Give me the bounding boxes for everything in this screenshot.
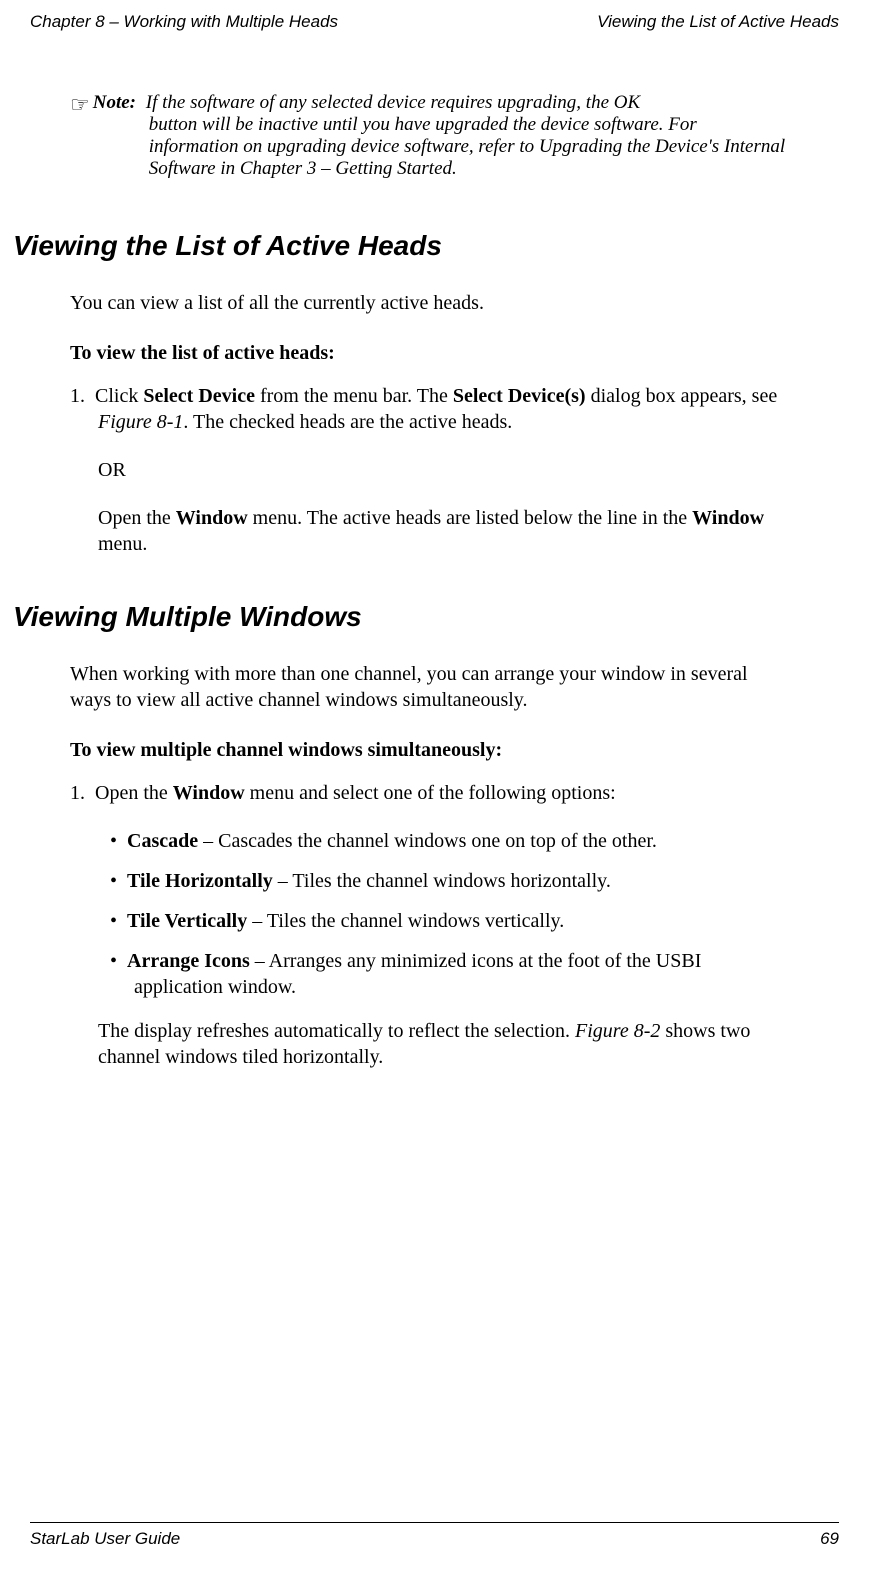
bullet-desc: – Tiles the channel windows vertically. [247,910,564,932]
page-header: Chapter 8 – Working with Multiple Heads … [0,0,869,32]
header-right: Viewing the List of Active Heads [597,12,839,32]
italic-text: Figure 8-2 [575,1020,660,1042]
section1-lead: To view the list of active heads: [70,342,789,365]
section1-or: OR [98,457,789,483]
text: dialog box appears, see [586,385,778,407]
section2-closing: The display refreshes automatically to r… [98,1018,789,1070]
bullet-arrange-icons: • Arrange Icons – Arranges any minimized… [110,948,789,1000]
bold-text: Window [173,782,245,804]
note-text-first: If the software of any selected device r… [146,92,640,113]
text: . The checked heads are the active heads… [183,411,512,433]
header-left: Chapter 8 – Working with Multiple Heads [30,12,338,32]
text: menu and select one of the following opt… [245,782,616,804]
bullet-name: Tile Vertically [127,910,247,932]
text: Click [95,385,143,407]
italic-text: Figure 8-1 [98,411,183,433]
section2-step1: 1. Open the Window menu and select one o… [70,780,789,806]
bold-text: Window [692,507,764,529]
bullet-name: Arrange Icons [127,950,250,972]
step-number: 1. [70,782,85,804]
text: Open the [98,507,176,529]
text: Open the [95,782,173,804]
bold-text: Select Device [143,385,255,407]
bullet-cascade: • Cascade – Cascades the channel windows… [110,828,789,854]
section-heading-multiple-windows: Viewing Multiple Windows [13,601,789,633]
footer-divider [30,1522,839,1523]
note-label: Note: [93,92,136,113]
bullet-desc: – Cascades the channel windows one on to… [198,830,657,852]
page-footer: StarLab User Guide 69 [0,1522,869,1549]
bullet-tile-horizontal: • Tile Horizontally – Tiles the channel … [110,868,789,894]
bullet-name: Cascade [127,830,198,852]
bold-text: Window [176,507,248,529]
note-block: ☞ Note: If the software of any selected … [70,92,789,180]
text: from the menu bar. The [255,385,453,407]
page-content: ☞ Note: If the software of any selected … [0,32,869,1070]
pointing-hand-icon: ☞ [70,92,90,180]
section-heading-active-heads: Viewing the List of Active Heads [13,230,789,262]
text: The display refreshes automatically to r… [98,1020,575,1042]
section2-intro: When working with more than one channel,… [70,661,789,713]
bullet-tile-vertical: • Tile Vertically – Tiles the channel wi… [110,908,789,934]
section1-step1: 1. Click Select Device from the menu bar… [70,383,789,435]
note-body: Note: If the software of any selected de… [93,92,789,180]
note-text-rest: button will be inactive until you have u… [149,114,789,180]
footer-page-number: 69 [820,1529,839,1549]
section2-lead: To view multiple channel windows simulta… [70,739,789,762]
bold-text: Select Device(s) [453,385,586,407]
bullet-desc: – Tiles the channel windows horizontally… [273,870,611,892]
step-number: 1. [70,385,85,407]
text: menu. The active heads are listed below … [248,507,692,529]
bullet-name: Tile Horizontally [127,870,273,892]
section1-intro: You can view a list of all the currently… [70,290,789,316]
footer-row: StarLab User Guide 69 [30,1529,839,1549]
footer-left: StarLab User Guide [30,1529,180,1549]
text: menu. [98,533,147,555]
section1-alt: Open the Window menu. The active heads a… [98,505,789,557]
